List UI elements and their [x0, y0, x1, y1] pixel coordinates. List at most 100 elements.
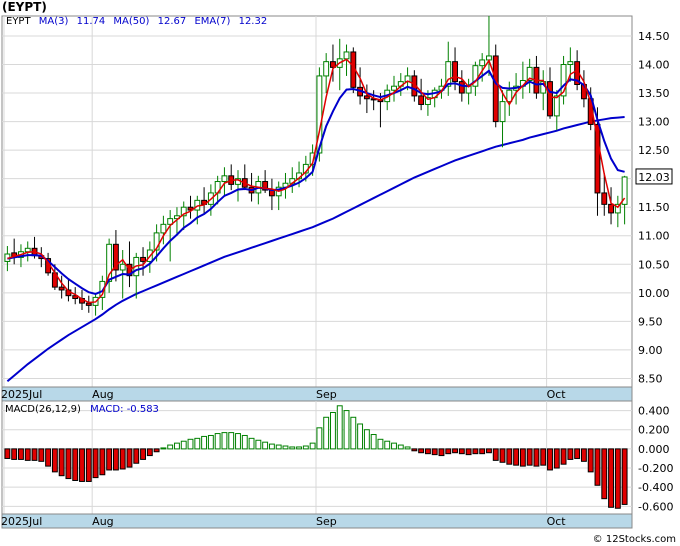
macd-bar: [384, 440, 391, 450]
credit-text: © 12Stocks.com: [592, 534, 676, 545]
macd-bar: [614, 448, 621, 509]
macd-bar: [567, 448, 574, 460]
legend-ma50-label: MA(50): [113, 16, 149, 27]
macd-tick-label: 0.400: [638, 405, 670, 418]
candle-body: [160, 223, 167, 234]
macd-legend: MACD(26,12,9) MACD: -0.583: [5, 404, 159, 415]
macd-bar: [11, 448, 18, 460]
macd-bar: [377, 438, 384, 450]
macd-bar: [72, 448, 79, 481]
macd-bar: [540, 448, 547, 466]
candle-body: [418, 95, 425, 105]
x-tick-label: Aug: [92, 388, 113, 401]
macd-tick-label: -0.200: [638, 462, 673, 475]
macd-bar: [228, 432, 235, 450]
candle-body: [553, 95, 560, 117]
macd-bar: [594, 448, 601, 486]
macd-bar: [519, 448, 526, 467]
macd-bar: [492, 448, 499, 461]
macd-bar: [187, 438, 194, 450]
macd-bar: [479, 448, 486, 455]
macd-bar: [268, 443, 275, 450]
macd-bar: [336, 405, 343, 450]
macd-bar: [350, 416, 357, 450]
price-tick-label: 13.00: [638, 116, 670, 129]
macd-bar: [431, 448, 438, 456]
macd-bar: [343, 410, 350, 450]
macd-bar: [282, 445, 289, 450]
candle-body: [119, 263, 126, 271]
macd-bar: [404, 446, 411, 450]
macd-bar: [445, 448, 452, 455]
macd-bar: [38, 448, 45, 462]
candle-body: [323, 61, 330, 77]
macd-bar: [194, 437, 201, 450]
macd-tick-label: -0.400: [638, 481, 673, 494]
macd-bar: [65, 448, 72, 480]
macd-bar: [262, 441, 269, 450]
price-y-axis: 8.509.009.5010.0010.5011.0011.5012.0012.…: [638, 30, 670, 385]
macd-bar: [92, 448, 99, 479]
macd-bar: [45, 448, 52, 467]
price-tick-label: 9.50: [638, 315, 663, 328]
macd-bar: [51, 448, 58, 473]
x-tick-label: Oct: [547, 515, 567, 528]
price-tick-label: 10.50: [638, 258, 670, 271]
macd-bar: [547, 448, 553, 471]
macd-bar: [574, 448, 581, 459]
price-tick-label: 11.00: [638, 230, 670, 243]
macd-bar: [133, 448, 140, 464]
macd-bar: [255, 439, 262, 450]
macd-bar: [357, 423, 364, 450]
macd-bar: [119, 448, 126, 470]
macd-bar: [221, 432, 228, 450]
macd-bar: [323, 416, 330, 450]
macd-bar: [241, 434, 248, 450]
candle: [492, 44, 499, 128]
price-tick-label: 8.50: [638, 372, 663, 385]
macd-bar: [201, 435, 208, 450]
macd-bar: [506, 448, 513, 465]
x-tick-label: Oct: [547, 388, 567, 401]
macd-tick-label: -0.600: [638, 500, 673, 513]
macd-bar: [140, 448, 146, 460]
candle-body: [547, 81, 553, 117]
macd-bar: [18, 448, 24, 460]
macd-bar: [397, 444, 404, 450]
x-tick-label: Sep: [316, 388, 337, 401]
macd-bar: [106, 448, 113, 471]
macd-bar: [601, 448, 608, 500]
x-tick-label: 2025Jul: [1, 515, 42, 528]
macd-bar: [174, 442, 180, 450]
macd-bar: [418, 448, 425, 454]
macd-bar: [153, 448, 160, 453]
price-tick-label: 10.00: [638, 287, 670, 300]
x-tick-label: Aug: [92, 515, 113, 528]
macd-bar: [580, 448, 587, 462]
candle-body: [492, 55, 499, 123]
candle-body: [140, 256, 146, 262]
macd-bar: [587, 448, 594, 473]
macd-value: -0.583: [127, 404, 159, 415]
candle-body: [58, 286, 65, 291]
macd-bar: [513, 448, 520, 466]
price-tick-label: 14.50: [638, 30, 670, 43]
candle-body: [452, 61, 458, 83]
macd-bar: [330, 411, 336, 450]
macd-bar: [472, 448, 479, 455]
candle-body: [567, 61, 574, 66]
macd-bar: [24, 448, 31, 461]
last-price-marker: 12.03: [635, 168, 673, 185]
price-tick-label: 9.00: [638, 344, 663, 357]
legend-ema7-label: EMA(7): [194, 16, 230, 27]
candle-body: [221, 175, 228, 183]
macd-bar: [370, 434, 377, 450]
macd-bar: [560, 448, 567, 465]
macd-bar: [391, 442, 397, 450]
stock-chart: 8.509.009.5010.0010.5011.0011.5012.0012.…: [1, 15, 673, 529]
macd-bar: [275, 444, 282, 450]
macd-bar: [126, 448, 133, 468]
macd-bar: [214, 433, 221, 450]
price-tick-label: 12.50: [638, 144, 670, 157]
macd-bar: [296, 446, 302, 450]
